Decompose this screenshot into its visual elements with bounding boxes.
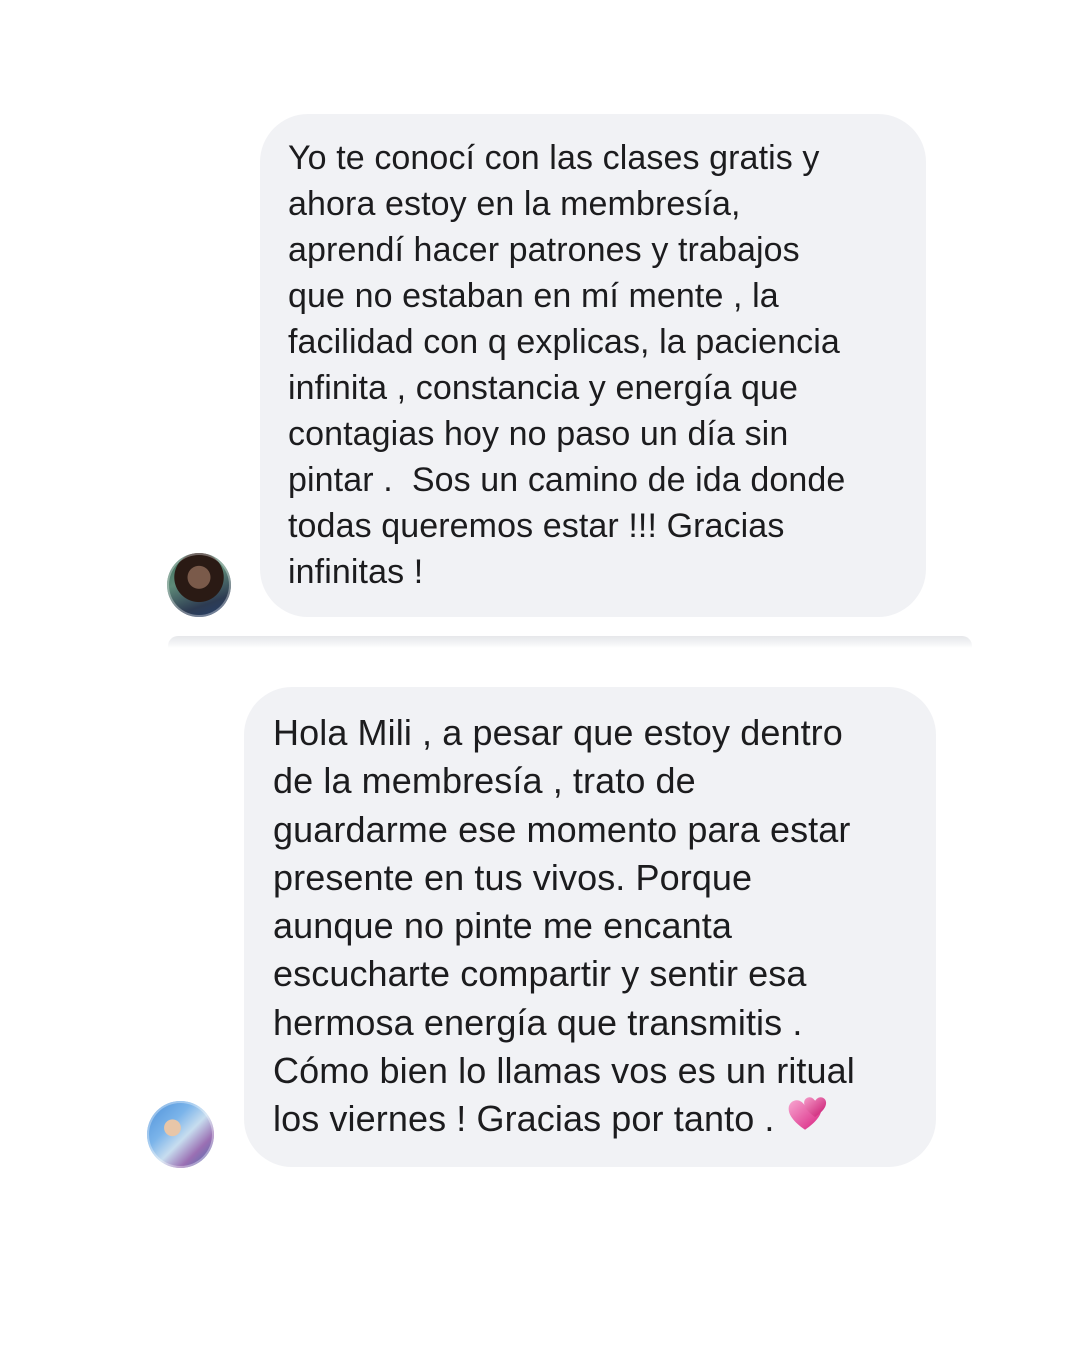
message-line: facilidad con q explicas, la paciencia <box>288 323 840 361</box>
message-line: contagias hoy no paso un día sin <box>288 415 789 453</box>
message-bubble[interactable]: Hola Mili , a pesar que estoy dentro de … <box>244 687 936 1167</box>
message-line: los viernes ! Gracias por tanto . <box>273 1095 926 1149</box>
message-line: guardarme ese momento para estar <box>273 808 851 850</box>
message-bubble[interactable]: Yo te conocí con las clases gratis y aho… <box>260 114 926 617</box>
user-avatar-photo-icon <box>147 1101 214 1168</box>
message-line: pintar . Sos un camino de ida donde <box>288 461 846 499</box>
message-text: Hola Mili , a pesar que estoy dentro de … <box>273 709 926 1150</box>
user-avatar-photo-icon <box>167 553 231 617</box>
sender-avatar[interactable] <box>147 1101 214 1168</box>
sender-avatar[interactable] <box>167 553 231 617</box>
message-line: de la membresía , trato de <box>273 760 696 802</box>
message-line: Yo te conocí con las clases gratis y <box>288 139 820 177</box>
message-text: Yo te conocí con las clases gratis y aho… <box>288 135 916 595</box>
message-line: escucharte compartir y sentir esa <box>273 953 807 995</box>
message-line: aunque no pinte me encanta <box>273 905 732 947</box>
message-line: hermosa energía que transmitis . <box>273 1001 803 1043</box>
message-line: Cómo bien lo llamas vos es un ritual <box>273 1050 855 1092</box>
message-line: que no estaban en mí mente , la <box>288 277 779 315</box>
message-divider <box>168 636 972 648</box>
message-line: presente en tus vivos. Porque <box>273 856 753 898</box>
two-hearts-icon <box>785 1095 829 1149</box>
message-line: infinitas ! <box>288 553 424 591</box>
message-line: todas queremos estar !!! Gracias <box>288 507 785 545</box>
message-line: ahora estoy en la membresía, <box>288 185 741 223</box>
message-line: infinita , constancia y energía que <box>288 369 799 407</box>
message-line: Hola Mili , a pesar que estoy dentro <box>273 712 843 753</box>
message-line: aprendí hacer patrones y trabajos <box>288 231 800 269</box>
message-line-text: los viernes ! Gracias por tanto . <box>273 1098 785 1140</box>
